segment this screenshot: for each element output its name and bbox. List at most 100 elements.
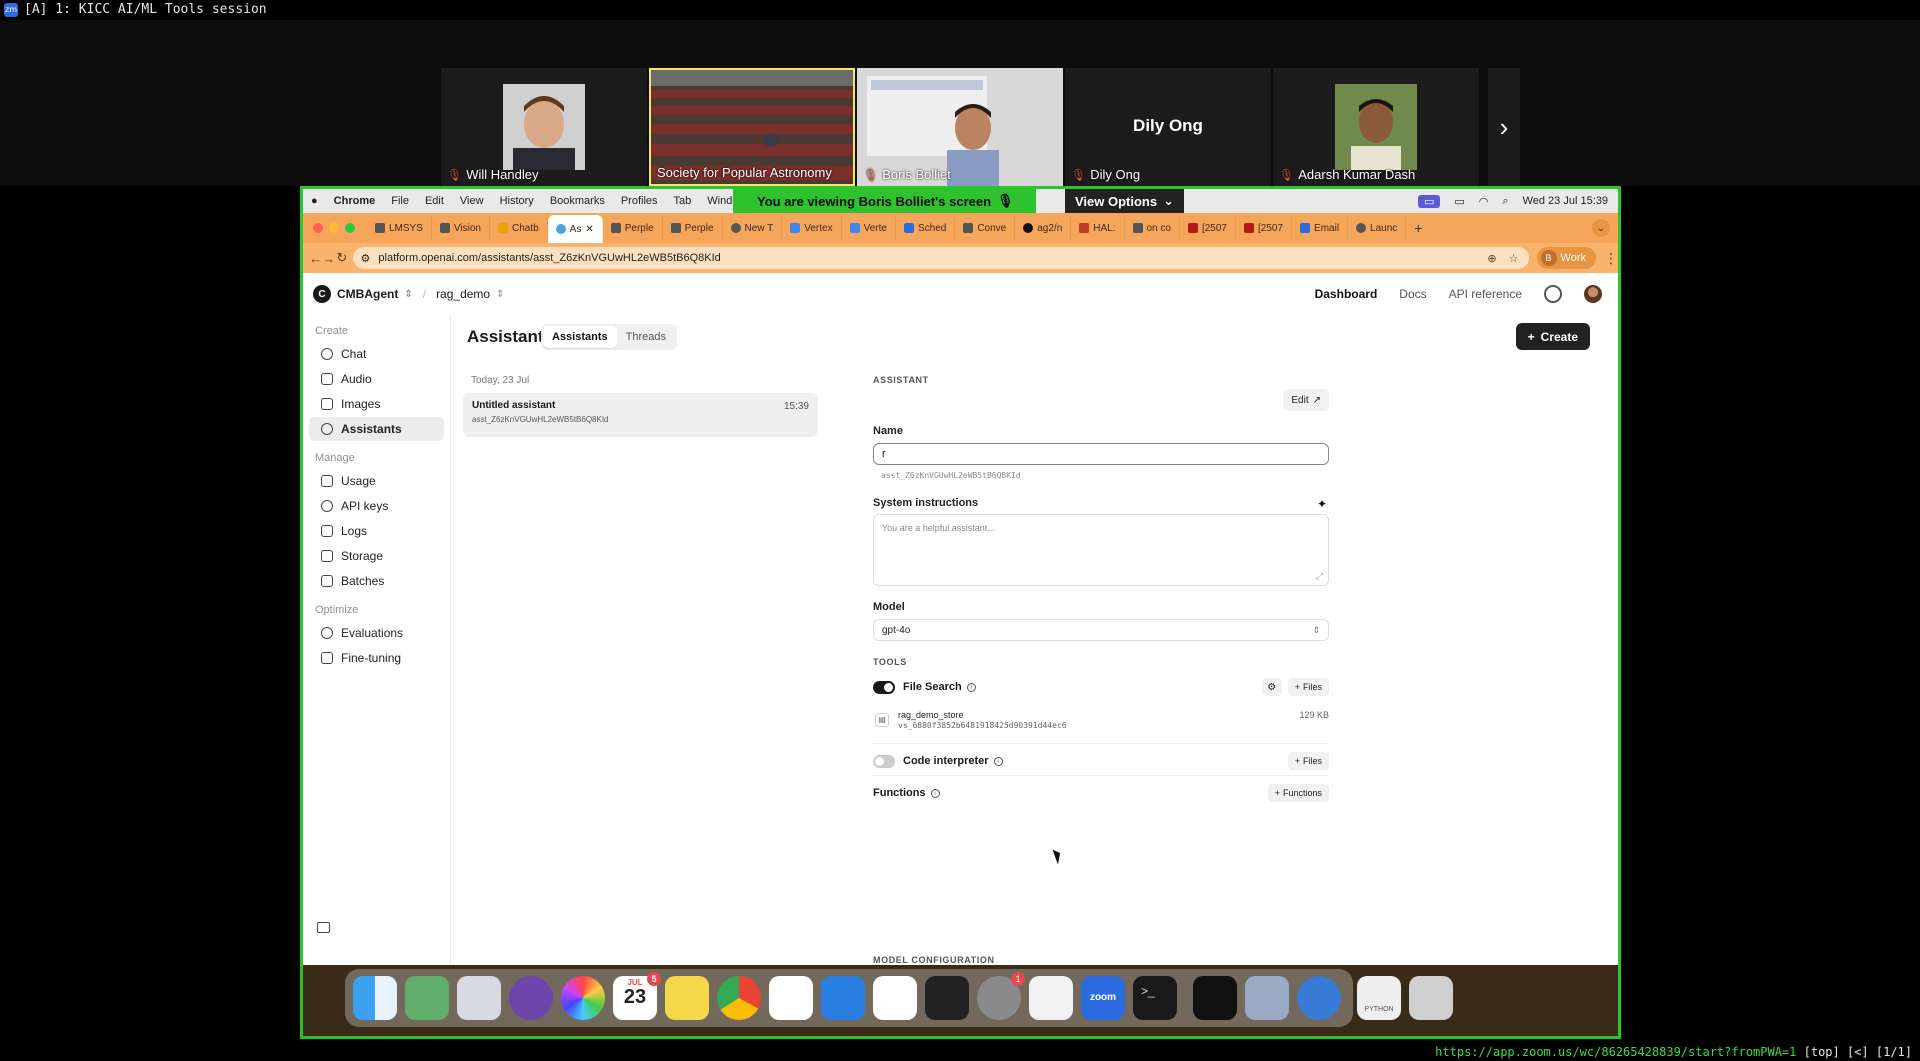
terminal-icon[interactable]: >_ — [1133, 976, 1177, 1020]
cube-app-icon[interactable] — [925, 976, 969, 1020]
edit-button[interactable]: Edit ↗ — [1283, 389, 1329, 411]
back-arrow-icon[interactable]: ← — [309, 251, 322, 266]
quicktime-icon[interactable] — [1297, 976, 1341, 1020]
info-icon[interactable]: i — [993, 756, 1003, 766]
browser-tab[interactable]: Chatb — [490, 216, 548, 240]
sidebar-item-storage[interactable]: Storage — [309, 544, 444, 568]
new-tab-icon[interactable]: + — [1406, 220, 1430, 236]
menu-item[interactable]: Edit — [425, 195, 444, 207]
browser-menu-icon[interactable]: ⋮ — [1604, 250, 1618, 267]
browser-tab[interactable]: Launc — [1348, 216, 1407, 240]
sidebar-item-api-keys[interactable]: API keys — [309, 494, 444, 518]
apple-icon[interactable]: ● — [311, 195, 318, 207]
browser-tab[interactable]: on co — [1125, 216, 1180, 240]
sidebar-item-evaluations[interactable]: Evaluations — [309, 621, 444, 645]
browser-tab[interactable]: New T — [723, 216, 783, 240]
browser-tab[interactable]: Perple — [663, 216, 723, 240]
system-instructions-field[interactable]: You are a helpful assistant... — [873, 514, 1329, 586]
browser-tab[interactable]: [2507 — [1180, 216, 1236, 240]
file-search-toggle[interactable] — [873, 680, 895, 694]
sidebar-toggle-icon[interactable] — [317, 922, 330, 933]
browser-tab[interactable]: Perple — [603, 216, 663, 240]
browser-tab[interactable]: ag2/n — [1015, 216, 1072, 240]
slack-icon[interactable] — [873, 976, 917, 1020]
browser-tab[interactable]: HAL: — [1071, 216, 1125, 240]
menubar-datetime[interactable]: Wed 23 Jul 15:39 — [1523, 195, 1608, 207]
list-item[interactable]: Untitled assistant asst_Z6zKnVGUwHL2eWB5… — [463, 393, 818, 437]
preview-icon[interactable] — [1245, 976, 1289, 1020]
sidebar-item-batches[interactable]: Batches — [309, 569, 444, 593]
name-input[interactable] — [873, 443, 1329, 465]
add-functions-button[interactable]: + Functions — [1267, 784, 1329, 802]
notes-icon[interactable] — [665, 976, 709, 1020]
battery-icon[interactable]: ▭ — [1454, 195, 1464, 208]
tab-assistants[interactable]: Assistants — [543, 326, 617, 348]
keynote-icon[interactable] — [821, 976, 865, 1020]
close-window-icon[interactable] — [313, 223, 323, 233]
add-files-button[interactable]: + Files — [1287, 678, 1329, 696]
zoom-icon[interactable]: ⊕ — [1487, 252, 1496, 265]
model-select[interactable]: gpt-4o ⇕ — [873, 619, 1329, 641]
close-tab-icon[interactable]: ✕ — [585, 224, 593, 235]
sparkle-icon[interactable]: ✦ — [1317, 497, 1327, 511]
search-icon[interactable]: ⌕ — [1502, 195, 1508, 208]
browser-tab[interactable]: [2507 — [1236, 216, 1293, 240]
participant-tile[interactable]: Dily Ong 🎙 Dily Ong — [1065, 68, 1271, 186]
trash-icon[interactable] — [1409, 976, 1453, 1020]
nav-dashboard[interactable]: Dashboard — [1315, 287, 1378, 301]
launchpad-icon[interactable] — [457, 976, 501, 1020]
sidebar-item-assistants[interactable]: Assistants — [309, 417, 444, 441]
menu-item[interactable]: History — [500, 195, 534, 207]
participant-tile[interactable]: 🎙 Boris Bolliet — [857, 68, 1063, 186]
system-settings-icon[interactable]: 1 — [977, 972, 1025, 1020]
gear-icon[interactable] — [1544, 285, 1562, 303]
sidebar-item-logs[interactable]: Logs — [309, 519, 444, 543]
browser-tab[interactable]: Email — [1292, 216, 1349, 240]
sidebar-item-chat[interactable]: Chat — [309, 342, 444, 366]
address-bar[interactable]: ⚙ platform.openai.com/assistants/asst_Z6… — [352, 247, 1529, 269]
view-options-button[interactable]: View Options ⌄ — [1065, 189, 1185, 213]
menu-item[interactable]: Bookmarks — [550, 195, 605, 207]
reload-icon[interactable]: ↻ — [335, 250, 348, 266]
menu-app-name[interactable]: Chrome — [334, 195, 376, 207]
info-icon[interactable]: i — [930, 788, 940, 798]
user-avatar[interactable] — [1584, 285, 1602, 303]
textedit-icon[interactable] — [1029, 976, 1073, 1020]
freeform-icon[interactable] — [769, 976, 813, 1020]
menu-item[interactable]: View — [460, 195, 484, 207]
browser-tab-active[interactable]: As ✕ — [547, 215, 603, 243]
expand-icon[interactable]: ⤢ — [1316, 571, 1323, 582]
site-settings-icon[interactable]: ⚙ — [361, 252, 371, 265]
menu-item[interactable]: Tab — [674, 195, 692, 207]
forward-arrow-icon[interactable]: → — [322, 251, 335, 266]
menu-item[interactable]: File — [391, 195, 409, 207]
activity-monitor-icon[interactable] — [1193, 976, 1237, 1020]
browser-tab[interactable]: Vision — [432, 216, 490, 240]
calendar-icon[interactable]: JUL 23 5 — [613, 972, 661, 1020]
zoom-window-icon[interactable] — [345, 223, 355, 233]
finder-icon[interactable] — [353, 976, 397, 1020]
next-page-arrow-icon[interactable]: › — [1488, 68, 1520, 186]
tab-search-chevron-icon[interactable]: ⌄ — [1592, 219, 1610, 237]
add-files-button[interactable]: + Files — [1287, 752, 1329, 770]
minimize-window-icon[interactable] — [329, 223, 339, 233]
atom-icon[interactable] — [405, 976, 449, 1020]
profile-button[interactable]: B Work — [1536, 247, 1596, 269]
participant-tile[interactable]: 🎙 Will Handley — [441, 68, 647, 186]
sidebar-item-audio[interactable]: Audio — [309, 367, 444, 391]
sidebar-item-images[interactable]: Images — [309, 392, 444, 416]
tab-threads[interactable]: Threads — [617, 326, 675, 348]
browser-tab[interactable]: Verte — [842, 216, 896, 240]
participant-tile-active[interactable]: Society for Popular Astronomy — [649, 68, 855, 186]
chrome-icon[interactable] — [717, 976, 761, 1020]
screen-share-icon[interactable]: ▭ — [1417, 194, 1441, 208]
python-file-icon[interactable]: PYTHON — [1357, 976, 1401, 1020]
wifi-icon[interactable]: ◠ — [1479, 195, 1489, 208]
photos-icon[interactable] — [561, 976, 605, 1020]
bookmark-star-icon[interactable]: ☆ — [1509, 252, 1519, 265]
browser-tab[interactable]: Vertex — [782, 216, 842, 240]
vector-store-name[interactable]: rag_demo_store — [898, 710, 964, 720]
browser-tab[interactable]: Sched — [896, 216, 956, 240]
github-desktop-icon[interactable] — [509, 976, 553, 1020]
create-button[interactable]: + Create — [1515, 323, 1590, 350]
